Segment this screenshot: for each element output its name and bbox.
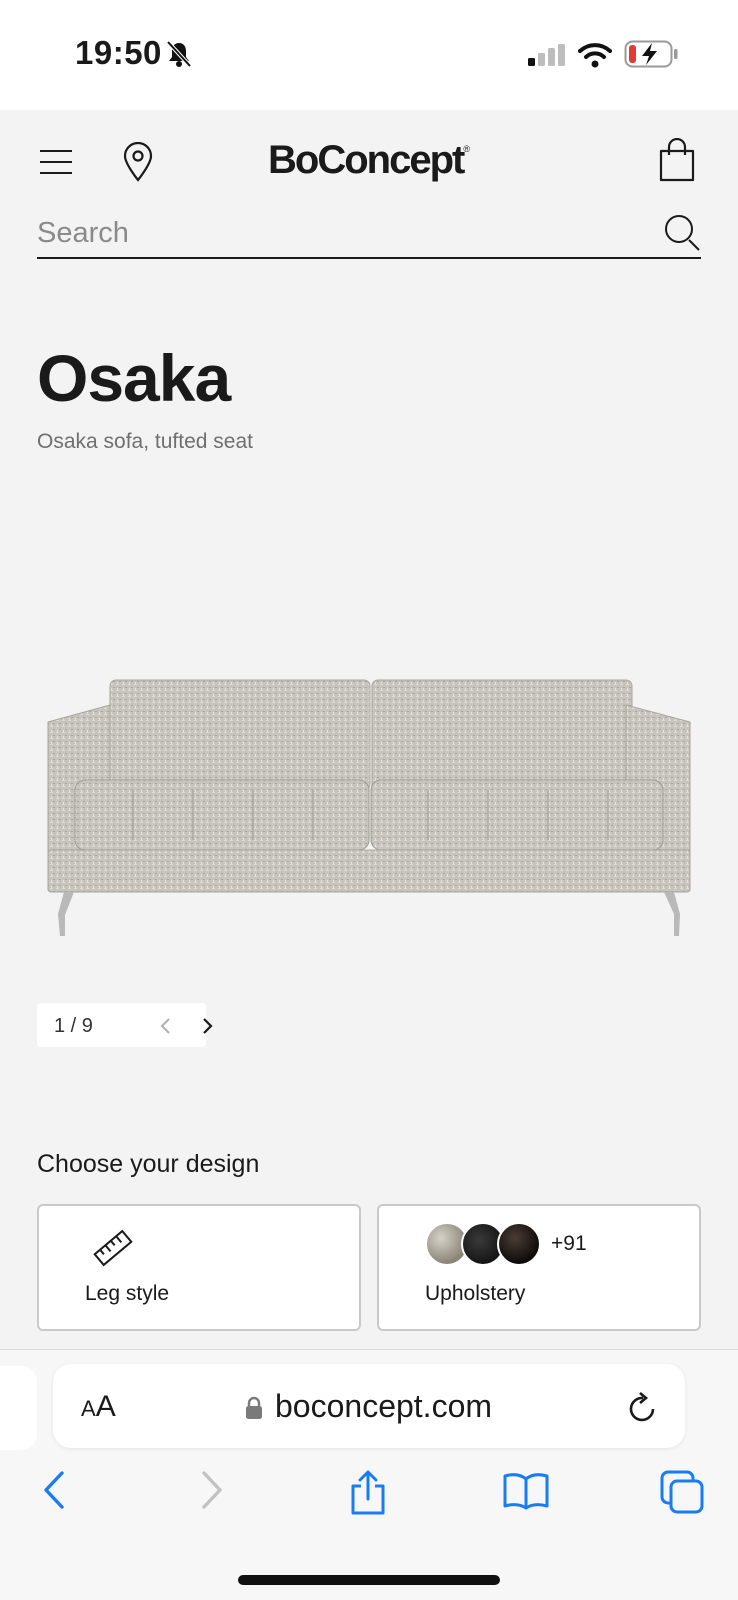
url-text: boconcept.com (275, 1388, 493, 1424)
leg-style-label: Leg style (85, 1282, 170, 1305)
search-bar (37, 205, 701, 259)
product-title: Osaka (37, 341, 231, 415)
shopping-bag-icon[interactable] (658, 138, 696, 182)
chevron-right-icon[interactable] (202, 1017, 214, 1035)
battery-charging-icon (624, 40, 678, 68)
previous-tab-preview[interactable] (0, 1366, 37, 1450)
bookmarks-icon[interactable] (502, 1470, 550, 1510)
product-subtitle: Osaka sofa, tufted seat (37, 430, 253, 453)
browser-bar: AA boconcept.com (0, 1349, 738, 1600)
swatch-black (497, 1222, 541, 1266)
reader-settings-button[interactable]: AA (81, 1390, 116, 1424)
upholstery-label: Upholstery (425, 1282, 526, 1305)
site-header: BoConcept® (0, 110, 738, 280)
bell-muted-icon (166, 40, 192, 68)
address-bar[interactable]: AA boconcept.com (53, 1364, 685, 1448)
brand-logo[interactable]: BoConcept® (0, 138, 738, 183)
image-pager: 1 / 9 (37, 1003, 213, 1047)
search-icon[interactable] (663, 213, 703, 253)
reload-icon[interactable] (627, 1390, 659, 1424)
design-heading: Choose your design (37, 1150, 260, 1178)
lock-icon (246, 1396, 262, 1419)
status-bar: 19:50 (0, 0, 738, 110)
tabs-icon[interactable] (660, 1470, 704, 1514)
search-input[interactable] (37, 213, 637, 253)
cellular-signal-icon (528, 44, 565, 66)
status-time: 19:50 (75, 34, 162, 71)
back-icon[interactable] (42, 1470, 66, 1510)
home-indicator[interactable] (238, 1575, 500, 1585)
pager-count: 1 / 9 (54, 1015, 93, 1037)
swatch-more-count: +91 (551, 1232, 587, 1255)
chevron-left-icon[interactable] (159, 1017, 171, 1035)
upholstery-swatches (425, 1222, 545, 1268)
leg-style-option[interactable]: Leg style (37, 1204, 361, 1331)
upholstery-option[interactable]: +91 Upholstery (377, 1204, 701, 1331)
ruler-icon (93, 1229, 133, 1267)
forward-icon[interactable] (200, 1470, 224, 1510)
product-image-sofa[interactable] (38, 660, 698, 940)
wifi-icon (578, 43, 612, 68)
share-icon[interactable] (348, 1470, 388, 1516)
